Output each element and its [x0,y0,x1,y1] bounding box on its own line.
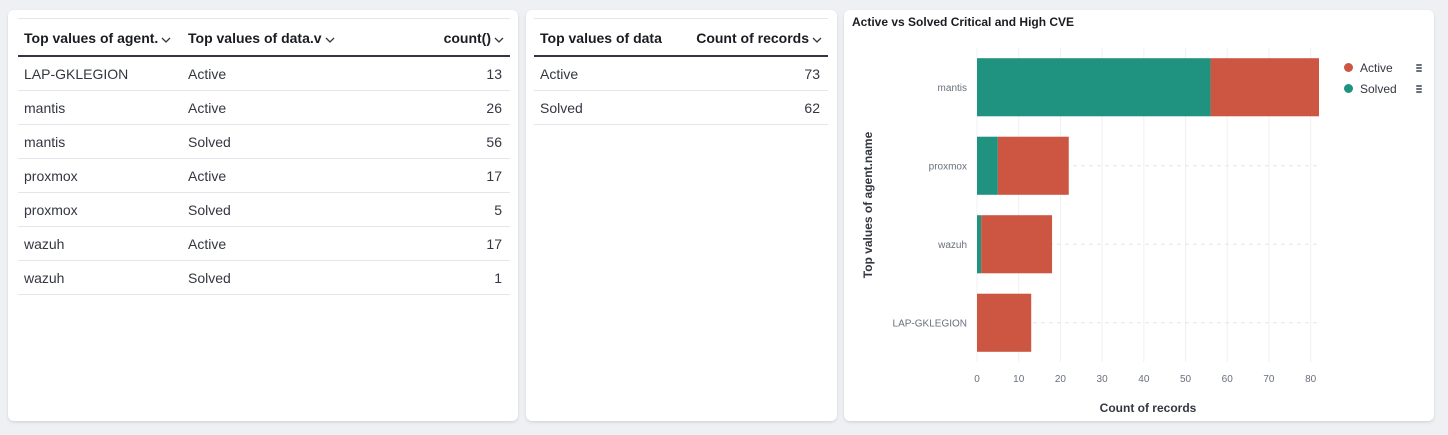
legend-label: Solved [1360,81,1397,96]
cell-status: Solved [182,124,348,159]
legend-label: Active [1360,60,1393,75]
table-header-row: Top values of agent. Top values of data.… [18,18,510,57]
cell-status: Active [182,158,348,193]
table-row: LAP-GKLEGION Active 13 [18,56,510,91]
y-axis-title: Top values of agent.name [861,131,875,278]
chevron-down-icon[interactable] [812,30,822,46]
column-header-count[interactable]: Count of records [685,18,828,57]
cell-count: 5 [348,192,510,227]
cell-count: 73 [685,56,828,91]
column-header-label: Top values of data.v [188,29,322,46]
chart-legend: Active Solved [1344,57,1422,99]
table-row: proxmox Active 17 [18,158,510,193]
x-tick-label: 0 [974,374,980,385]
x-tick-label: 70 [1263,374,1275,385]
table-row: proxmox Solved 5 [18,192,510,227]
cell-status: Active [182,90,348,125]
column-header-data-status[interactable]: Top values of data.v [182,18,348,57]
bar-solved [977,215,982,274]
y-tick-label: wazuh [937,240,967,251]
table-row: wazuh Solved 1 [18,260,510,295]
cell-count: 17 [348,158,510,193]
cell-count: 17 [348,226,510,261]
x-tick-label: 60 [1222,374,1234,385]
chevron-down-icon[interactable] [494,30,504,46]
agent-status-table: Top values of agent. Top values of data.… [18,18,510,295]
chevron-down-icon[interactable] [161,30,171,46]
cell-count: 13 [348,56,510,91]
cell-status: Active [182,56,348,91]
cve-chart-panel: Active vs Solved Critical and High CVE m… [844,10,1434,421]
bar-active [1210,58,1319,117]
x-tick-label: 80 [1305,374,1317,385]
table-row: mantis Solved 56 [18,124,510,159]
cell-status: Solved [534,90,685,125]
table-header-row: Top values of data Count of records [534,18,828,57]
y-tick-label: LAP-GKLEGION [893,318,967,329]
legend-item-active[interactable]: Active [1344,57,1422,78]
column-header-label: count() [443,29,491,46]
bar-active [981,215,1053,274]
cell-count: 1 [348,260,510,295]
legend-color-dot [1344,84,1353,93]
cell-agent: wazuh [18,260,182,295]
cell-agent: proxmox [18,192,182,227]
cell-count: 56 [348,124,510,159]
column-header-label: Top values of agent. [24,29,159,46]
x-axis-title: Count of records [1100,401,1197,415]
cell-agent: LAP-GKLEGION [18,56,182,91]
x-tick-label: 40 [1138,374,1150,385]
cell-status: Solved [182,192,348,227]
status-totals-table: Top values of data Count of records Acti… [534,18,828,125]
bar-active [977,293,1032,352]
cell-status: Active [534,56,685,91]
bar-solved [977,136,998,195]
status-totals-table-panel: Top values of data Count of records Acti… [526,10,837,421]
cell-agent: mantis [18,124,182,159]
x-tick-label: 30 [1097,374,1109,385]
table-row: Active 73 [534,56,828,91]
cell-status: Solved [182,260,348,295]
chevron-down-icon[interactable] [325,30,335,46]
x-tick-label: 20 [1055,374,1067,385]
x-tick-label: 10 [1013,374,1025,385]
table-row: mantis Active 26 [18,90,510,125]
cell-count: 62 [685,90,828,125]
bar-solved [977,58,1211,117]
column-header-count[interactable]: count() [348,18,510,57]
table-row: Solved 62 [534,90,828,125]
x-tick-label: 50 [1180,374,1192,385]
cell-agent: proxmox [18,158,182,193]
column-header-label: Count of records [696,29,809,46]
bar-active [997,136,1069,195]
y-tick-label: proxmox [929,161,967,172]
column-header-label: Top values of data [540,29,662,46]
cell-agent: mantis [18,90,182,125]
more-options-icon[interactable] [1416,84,1422,93]
legend-color-dot [1344,63,1353,72]
cell-status: Active [182,226,348,261]
cell-count: 26 [348,90,510,125]
cell-agent: wazuh [18,226,182,261]
more-options-icon[interactable] [1416,63,1422,72]
agent-status-table-panel: Top values of agent. Top values of data.… [8,10,518,421]
column-header-agent[interactable]: Top values of agent. [18,18,182,57]
column-header-data-status[interactable]: Top values of data [534,18,685,57]
legend-item-solved[interactable]: Solved [1344,78,1422,99]
table-row: wazuh Active 17 [18,226,510,261]
y-tick-label: mantis [938,83,967,94]
